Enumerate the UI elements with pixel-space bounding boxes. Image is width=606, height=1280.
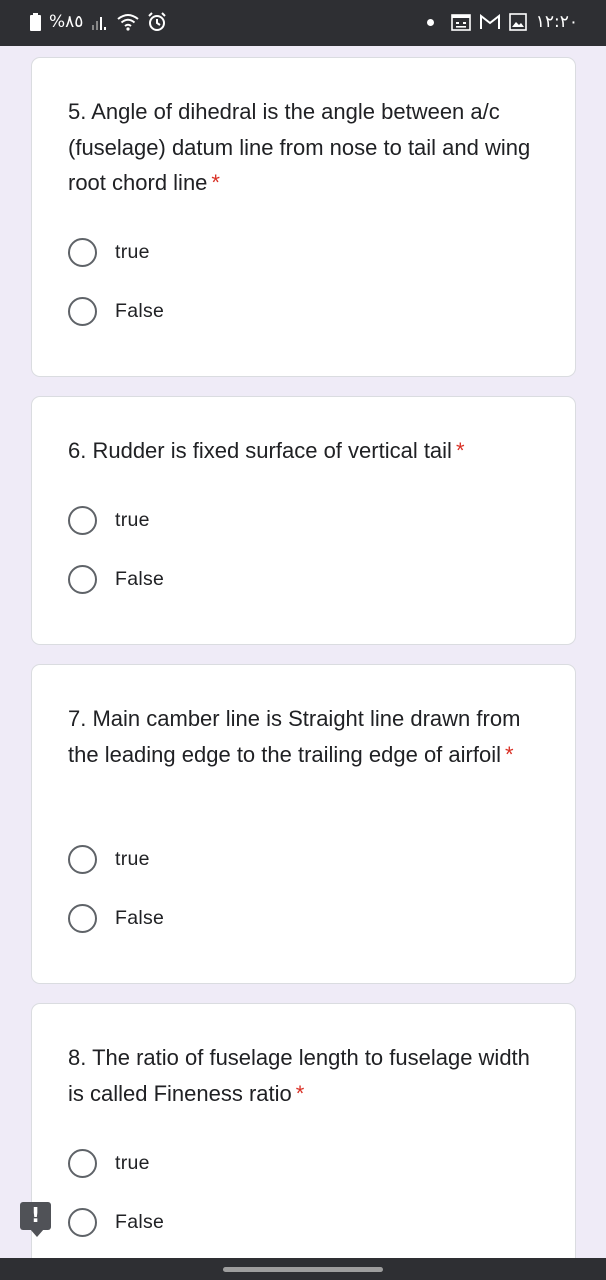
feedback-button[interactable]: !: [20, 1202, 51, 1237]
radio-button[interactable]: [68, 1148, 97, 1178]
question-title: 8. The ratio of fuselage length to fusel…: [68, 1040, 538, 1111]
option-true[interactable]: true: [68, 843, 150, 875]
option-label: False: [115, 1210, 165, 1233]
question-title: 6. Rudder is fixed surface of vertical t…: [68, 433, 538, 469]
question-text: 5. Angle of dihedral is the angle betwee…: [68, 99, 531, 195]
calendar-icon: [450, 13, 471, 31]
required-asterisk: *: [295, 1080, 305, 1106]
radio-button[interactable]: [68, 237, 97, 267]
question-card: 7. Main camber line is Straight line dra…: [31, 664, 576, 984]
radio-button[interactable]: [68, 903, 97, 933]
option-label: False: [115, 299, 165, 322]
alarm-icon: [147, 12, 167, 32]
question-text: 6. Rudder is fixed surface of vertical t…: [68, 438, 452, 463]
required-asterisk: *: [504, 741, 514, 767]
option-label: true: [115, 240, 150, 263]
option-label: true: [115, 1151, 150, 1174]
gallery-icon: [508, 13, 527, 31]
required-asterisk: *: [211, 170, 220, 195]
option-true[interactable]: true: [68, 504, 150, 536]
option-true[interactable]: true: [68, 1147, 150, 1179]
home-gesture-handle[interactable]: [223, 1267, 383, 1272]
status-right: ١٢:٢٠: [426, 12, 578, 32]
required-asterisk: *: [455, 438, 465, 463]
form-content[interactable]: 5. Angle of dihedral is the angle betwee…: [0, 46, 606, 1258]
question-card: 5. Angle of dihedral is the angle betwee…: [31, 57, 576, 377]
option-false[interactable]: False: [68, 902, 164, 934]
radio-button[interactable]: [68, 296, 97, 326]
radio-button[interactable]: [68, 1207, 97, 1237]
status-left: %٨٥: [30, 12, 167, 32]
gmail-icon: [479, 14, 500, 30]
navigation-bar: [0, 1258, 606, 1280]
option-false[interactable]: False: [68, 295, 164, 327]
feedback-icon: !: [30, 1203, 41, 1227]
battery-icon: [30, 13, 41, 31]
signal-icon: [91, 13, 109, 31]
question-title: 7. Main camber line is Straight line dra…: [68, 701, 538, 772]
question-text: 7. Main camber line is Straight line dra…: [68, 706, 521, 767]
question-title: 5. Angle of dihedral is the angle betwee…: [68, 94, 538, 201]
option-false[interactable]: False: [68, 563, 164, 595]
option-label: true: [115, 508, 150, 531]
radio-button[interactable]: [68, 505, 97, 535]
option-label: False: [115, 906, 165, 929]
question-card: 8. The ratio of fuselage length to fusel…: [31, 1003, 576, 1258]
clock-time: ١٢:٢٠: [535, 12, 578, 32]
option-false[interactable]: False: [68, 1206, 164, 1238]
wifi-icon: [117, 13, 140, 31]
radio-button[interactable]: [68, 564, 97, 594]
question-card: 6. Rudder is fixed surface of vertical t…: [31, 396, 576, 645]
radio-button[interactable]: [68, 844, 97, 874]
notification-dot-icon: [426, 18, 434, 26]
option-label: true: [115, 847, 150, 870]
battery-percent: %٨٥: [49, 12, 84, 32]
status-bar: %٨٥ ١٢:٢٠: [0, 0, 606, 46]
option-true[interactable]: true: [68, 236, 150, 268]
option-label: False: [115, 567, 165, 590]
